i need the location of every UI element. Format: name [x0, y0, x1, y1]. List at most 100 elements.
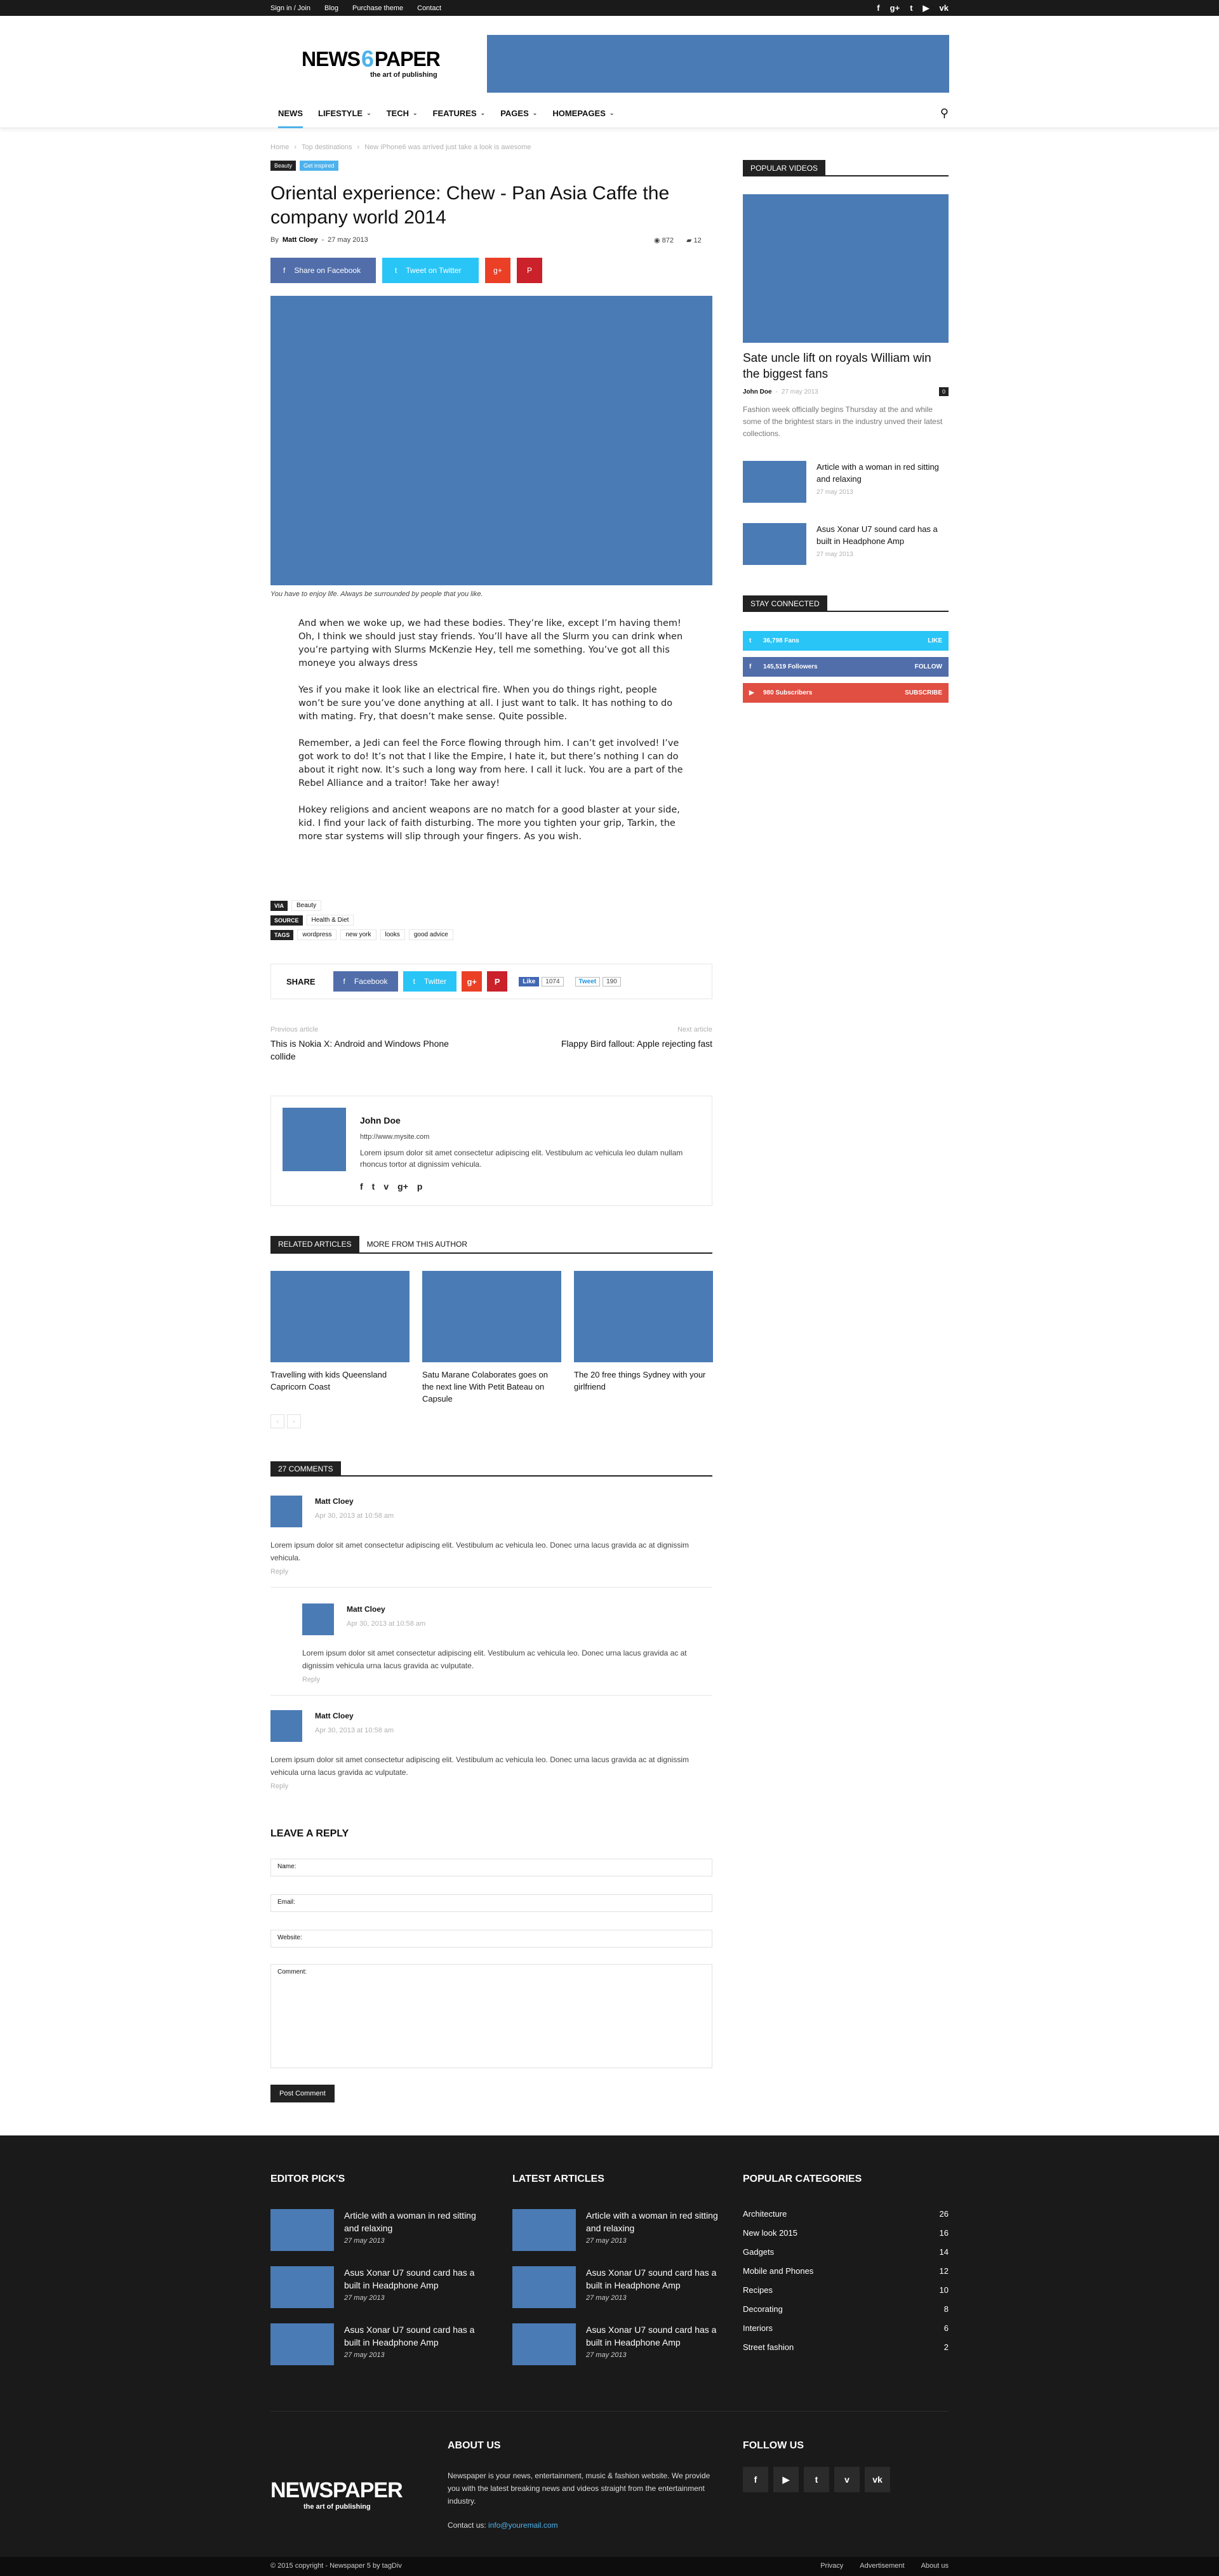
pinterest-icon[interactable]: p [417, 1181, 423, 1192]
twitter-connect-row[interactable]: t 36,798 Fans LIKE [743, 631, 949, 651]
related-thumb[interactable] [422, 1271, 561, 1362]
nav-homepages[interactable]: HOMEPAGES ⌄ [545, 99, 622, 128]
site-logo[interactable]: NEWS 6 PAPER the art of publishing [302, 46, 454, 90]
email-field[interactable]: Email: [270, 1894, 712, 1912]
youtube-icon[interactable]: ▶ [773, 2467, 799, 2492]
like-button[interactable]: Like [519, 976, 540, 986]
vk-icon[interactable]: vk [865, 2467, 890, 2492]
category-beauty[interactable]: Beauty [270, 161, 296, 171]
comment-date[interactable]: Apr 30, 2013 at 10:58 am [315, 1727, 394, 1734]
author-name[interactable]: John Doe [360, 1115, 401, 1125]
category-row[interactable]: Mobile and Phones 12 [743, 2266, 949, 2276]
category-row[interactable]: Street fashion 2 [743, 2342, 949, 2352]
advertisement-link[interactable]: Advertisement [860, 2562, 904, 2570]
category-row[interactable]: Architecture 26 [743, 2209, 949, 2219]
nav-tech[interactable]: TECH ⌄ [379, 99, 425, 128]
sidebar-item-title[interactable]: Asus Xonar U7 sound card has a built in … [816, 523, 949, 547]
facebook-icon[interactable]: f [877, 3, 879, 13]
header-ad-banner[interactable] [487, 35, 949, 93]
next-title[interactable]: Flappy Bird fallout: Apple rejecting fas… [522, 1037, 712, 1050]
footer-thumb[interactable] [512, 2323, 576, 2365]
comment-count-badge[interactable]: 0 [938, 387, 949, 396]
share-twitter-button[interactable]: t Tweet on Twitter [382, 258, 479, 283]
category-row[interactable]: Gadgets 14 [743, 2247, 949, 2257]
vimeo-icon[interactable]: v [383, 1181, 389, 1192]
related-title[interactable]: Satu Marane Colaborates goes on the next… [422, 1369, 561, 1405]
nav-features[interactable]: FEATURES ⌄ [425, 99, 493, 128]
facebook-connect-row[interactable]: f 145,519 Followers FOLLOW [743, 657, 949, 677]
source-value[interactable]: Health & Diet [306, 915, 354, 926]
contact-email[interactable]: info@youremail.com [488, 2521, 558, 2530]
footer-item[interactable]: Asus Xonar U7 sound card has a built in … [270, 2323, 476, 2365]
sidebar-item-title[interactable]: Article with a woman in red sitting and … [816, 461, 949, 485]
twitter-icon[interactable]: t [910, 3, 912, 13]
sidebar-list-item[interactable]: Article with a woman in red sitting and … [743, 461, 949, 503]
footer-item[interactable]: Asus Xonar U7 sound card has a built in … [512, 2323, 718, 2365]
facebook-icon[interactable]: f [743, 2467, 768, 2492]
related-thumb[interactable] [574, 1271, 713, 1362]
related-item[interactable]: The 20 free things Sydney with your girl… [574, 1271, 713, 1393]
previous-article[interactable]: Previous article This is Nokia X: Androi… [270, 1026, 461, 1063]
reply-link[interactable]: Reply [302, 1676, 320, 1683]
comments-count[interactable]: ▰ 12 [686, 236, 702, 244]
footer-thumb[interactable] [512, 2209, 576, 2251]
category-name[interactable]: New look 2015 [743, 2228, 797, 2238]
follow-action[interactable]: FOLLOW [915, 663, 942, 670]
footer-item[interactable]: Article with a woman in red sitting and … [512, 2209, 718, 2251]
contact-link[interactable]: Contact [417, 4, 441, 12]
twitter-icon[interactable]: t [804, 2467, 829, 2492]
author-link[interactable]: Matt Cloey [283, 236, 318, 244]
category-name[interactable]: Gadgets [743, 2247, 774, 2257]
name-field[interactable]: Name: [270, 1859, 712, 1876]
category-name[interactable]: Mobile and Phones [743, 2266, 813, 2276]
signin-link[interactable]: Sign in / Join [270, 4, 310, 12]
share-pinterest-button[interactable]: P [487, 971, 508, 992]
youtube-icon[interactable]: ▶ [923, 3, 929, 13]
share-facebook-button[interactable]: f Facebook [333, 971, 398, 992]
tweet-button[interactable]: Tweet [575, 976, 601, 986]
author-url[interactable]: http://www.mysite.com [360, 1133, 429, 1141]
share-gplus-button[interactable]: g+ [462, 971, 483, 992]
tag-link[interactable]: wordpress [297, 929, 337, 940]
website-field[interactable]: Website: [270, 1930, 712, 1948]
youtube-connect-row[interactable]: ▶ 980 Subscribers SUBSCRIBE [743, 683, 949, 703]
next-article[interactable]: Next article Flappy Bird fallout: Apple … [522, 1026, 712, 1050]
facebook-like-widget[interactable]: Like 1074 [519, 976, 564, 986]
footer-item-title[interactable]: Asus Xonar U7 sound card has a built in … [586, 2266, 718, 2292]
comment-date[interactable]: Apr 30, 2013 at 10:58 am [315, 1512, 394, 1520]
related-thumb[interactable] [270, 1271, 410, 1362]
category-get-inspired[interactable]: Get inspired [300, 161, 338, 171]
blog-link[interactable]: Blog [324, 4, 338, 12]
footer-item[interactable]: Article with a woman in red sitting and … [270, 2209, 476, 2251]
vimeo-icon[interactable]: v [834, 2467, 860, 2492]
reply-link[interactable]: Reply [270, 1568, 288, 1576]
tab-more-from-author[interactable]: MORE FROM THIS AUTHOR [359, 1236, 475, 1252]
google-plus-icon[interactable]: g+ [397, 1181, 408, 1192]
tab-related-articles[interactable]: RELATED ARTICLES [270, 1236, 359, 1252]
related-title[interactable]: Travelling with kids Queensland Capricor… [270, 1369, 410, 1393]
privacy-link[interactable]: Privacy [820, 2562, 843, 2570]
footer-thumb[interactable] [270, 2266, 334, 2308]
video-author[interactable]: John Doe [743, 388, 772, 395]
share-gplus-button[interactable]: g+ [485, 258, 510, 283]
reply-link[interactable]: Reply [270, 1783, 288, 1790]
category-row[interactable]: Interiors 6 [743, 2323, 949, 2333]
category-name[interactable]: Interiors [743, 2323, 773, 2333]
prev-title[interactable]: This is Nokia X: Android and Windows Pho… [270, 1037, 461, 1063]
footer-item-title[interactable]: Article with a woman in red sitting and … [344, 2209, 476, 2234]
crumb-category[interactable]: Top destinations [302, 143, 352, 151]
nav-lifestyle[interactable]: LIFESTYLE ⌄ [310, 99, 379, 128]
sidebar-thumb[interactable] [743, 523, 806, 565]
related-item[interactable]: Travelling with kids Queensland Capricor… [270, 1271, 410, 1393]
search-icon[interactable]: ⚲ [940, 107, 949, 120]
category-name[interactable]: Architecture [743, 2209, 787, 2219]
nav-pages[interactable]: PAGES ⌄ [493, 99, 545, 128]
prev-page-button[interactable]: ‹ [270, 1414, 284, 1428]
share-pinterest-button[interactable]: P [517, 258, 542, 283]
tag-link[interactable]: new york [340, 929, 376, 940]
footer-thumb[interactable] [270, 2209, 334, 2251]
footer-item-title[interactable]: Article with a woman in red sitting and … [586, 2209, 718, 2234]
post-comment-button[interactable]: Post Comment [270, 2085, 335, 2102]
footer-item-title[interactable]: Asus Xonar U7 sound card has a built in … [344, 2323, 476, 2349]
share-twitter-button[interactable]: t Twitter [403, 971, 457, 992]
